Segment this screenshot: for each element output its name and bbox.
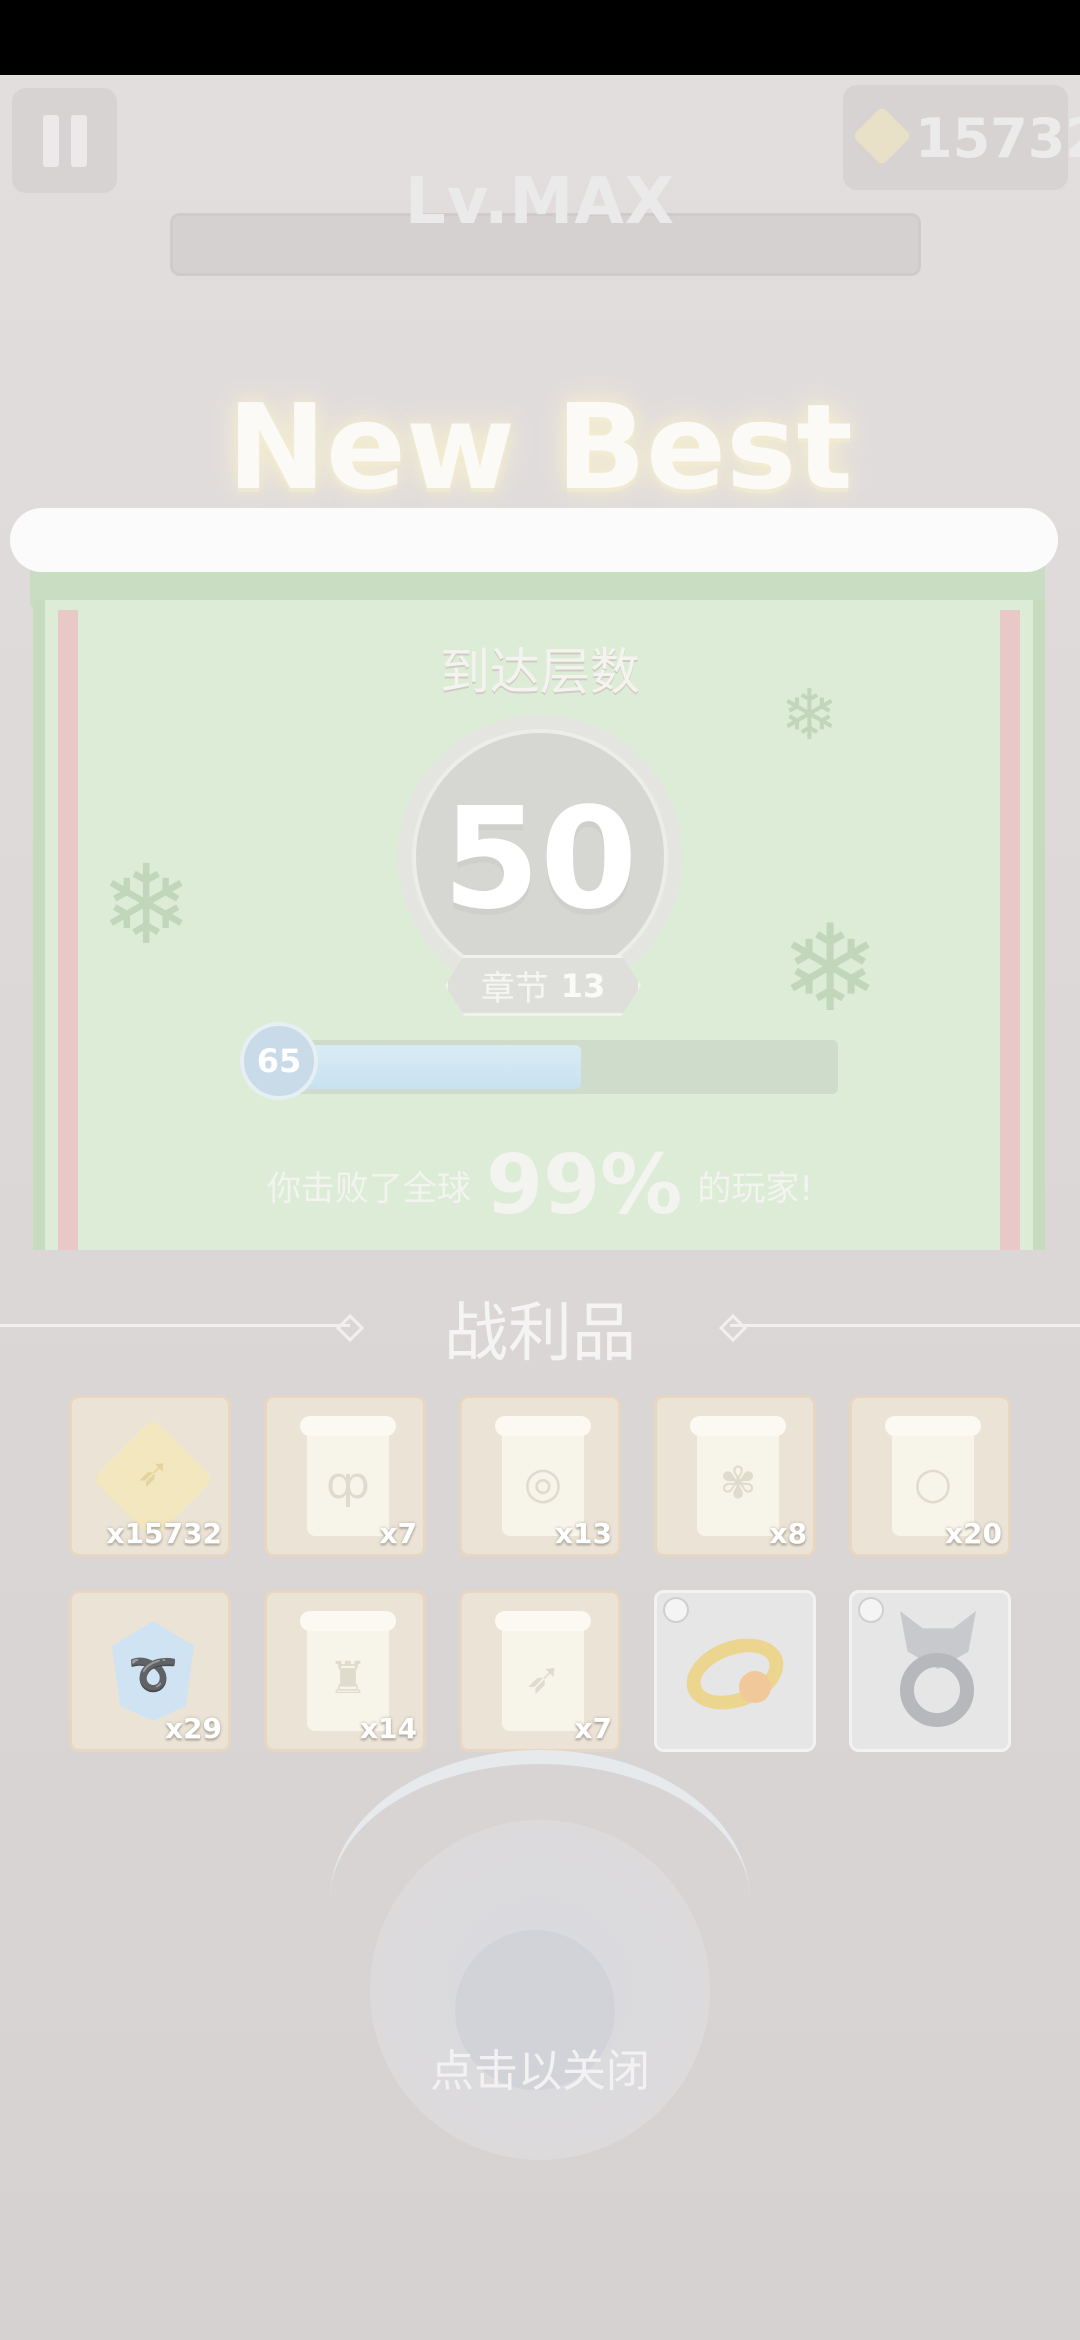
loot-slot-weapon-scroll[interactable]: ➶ x7	[459, 1590, 621, 1752]
loot-count: x7	[574, 1712, 612, 1745]
chapter-number: 13	[560, 966, 606, 1005]
new-best-title: New Best	[227, 378, 853, 516]
floors-reached-label: 到达层数	[440, 643, 640, 701]
progress-badge: 65	[240, 1022, 318, 1100]
loot-slot-bracelet-scroll[interactable]: ◎ x13	[459, 1395, 621, 1557]
loot-count: x20	[944, 1517, 1002, 1550]
loot-title: 战利品	[444, 1297, 636, 1371]
defeat-suffix: 的玩家!	[697, 1169, 814, 1209]
equipment-badge-icon	[663, 1597, 689, 1623]
equipment-badge-icon	[858, 1597, 884, 1623]
loot-count: x14	[359, 1712, 417, 1745]
pause-icon	[42, 114, 59, 167]
loot-count: x7	[379, 1517, 417, 1550]
status-bar	[0, 0, 1080, 75]
loot-slot-amulet-scroll[interactable]: ȹ x7	[264, 1395, 426, 1557]
defeat-percent: 99%	[486, 1138, 683, 1233]
gem-icon	[852, 106, 912, 166]
loot-slot-ring-scroll[interactable]: ○ x20	[849, 1395, 1011, 1557]
floor-number: 50	[442, 778, 638, 941]
chapter-tag: 章节 13	[445, 955, 641, 1016]
gems-value: 15732	[915, 107, 1080, 170]
snow-cap	[10, 508, 1058, 572]
loot-slot-blue-gem[interactable]: ➰ x29	[69, 1590, 231, 1752]
loot-slot-gold[interactable]: ➶ x15732	[69, 1395, 231, 1557]
progress-fill	[280, 1045, 581, 1089]
loot-count: x15732	[106, 1517, 222, 1550]
loot-count: x29	[164, 1712, 222, 1745]
tap-to-close[interactable]: 点击以关闭	[0, 2035, 1080, 2099]
loot-slot-armor-scroll[interactable]: ♜ x14	[264, 1590, 426, 1752]
defeat-stat: 你击败了全球 99% 的玩家!	[0, 1138, 1080, 1233]
chapter-label: 章节	[480, 969, 549, 1009]
gold-ring-icon	[676, 1625, 794, 1723]
loot-slot-gold-ring[interactable]	[654, 1590, 816, 1752]
level-label: Lv.MAX	[404, 165, 676, 239]
loot-slot-wolf-ring[interactable]	[849, 1590, 1011, 1752]
loot-slot-pet-scroll[interactable]: ✾ x8	[654, 1395, 816, 1557]
progress-badge-value: 65	[256, 1042, 302, 1080]
loot-count: x8	[769, 1517, 807, 1550]
defeat-prefix: 你击败了全球	[266, 1169, 471, 1209]
loot-count: x13	[554, 1517, 612, 1550]
